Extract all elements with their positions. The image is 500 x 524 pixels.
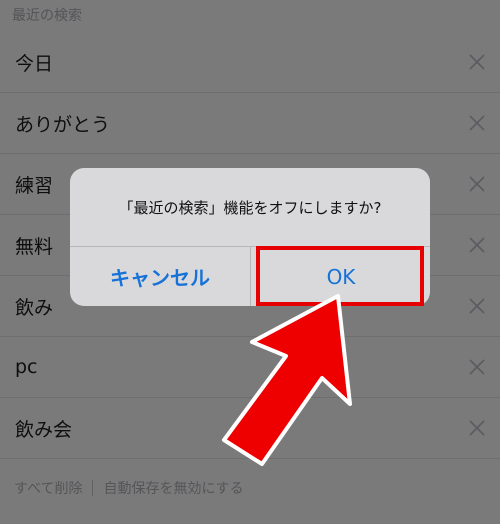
search-history-screen: 最近の検索 今日 ありがとう 練習 無料 飲み pc 飲み会 すべて削除 自動保… [0, 0, 500, 524]
red-arrow-annotation [222, 294, 352, 466]
